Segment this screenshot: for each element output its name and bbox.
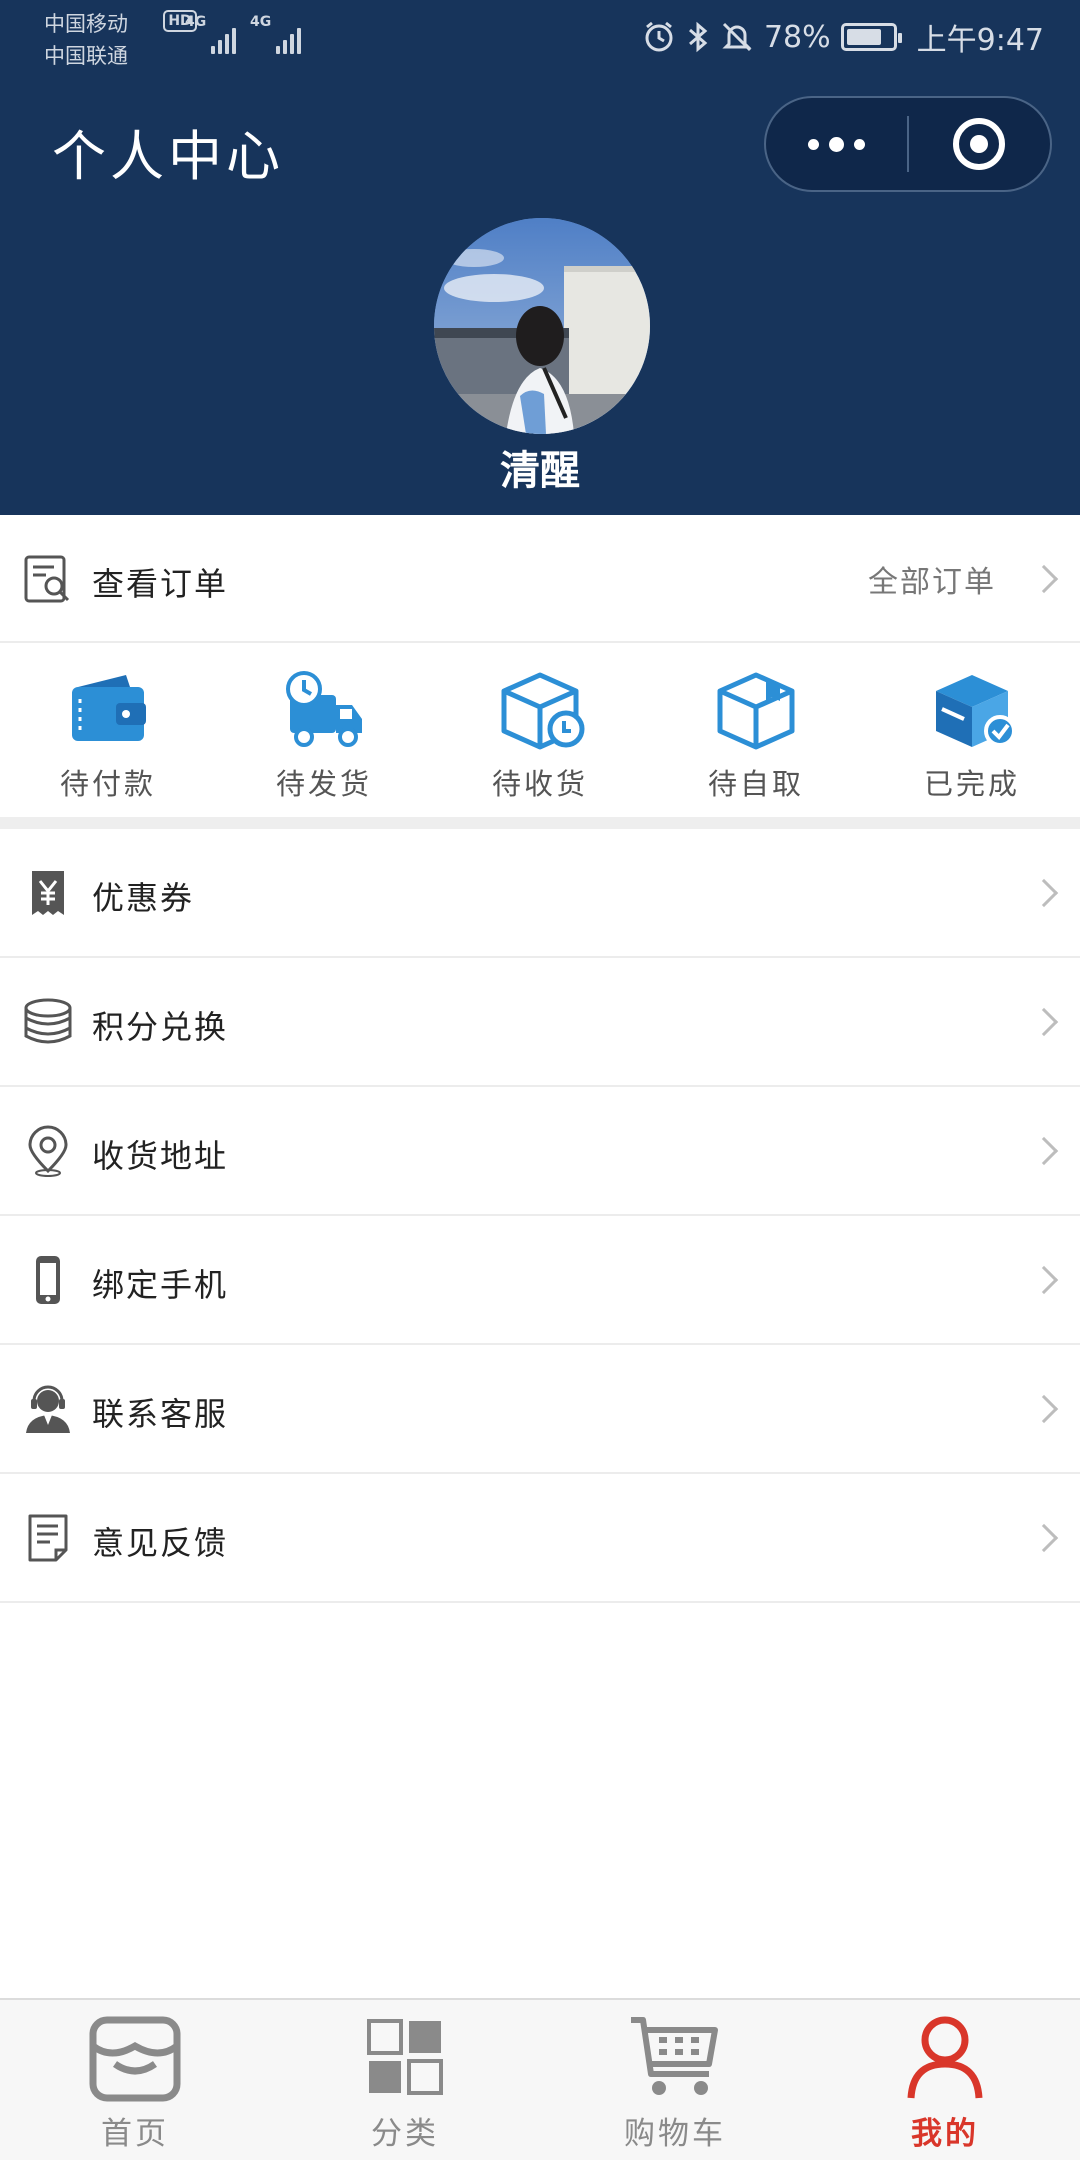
- battery-icon: [840, 23, 902, 51]
- username: 清醒: [500, 448, 580, 494]
- feedback-document-icon: [22, 1512, 74, 1564]
- menu-item-label: 收货地址: [92, 1137, 229, 1175]
- order-status-label: 待收货: [491, 767, 588, 801]
- cart-icon: [627, 2012, 723, 2102]
- coupon-icon: [22, 867, 74, 919]
- tab-category[interactable]: 分类: [270, 2000, 540, 2160]
- clock-time: 上午9:47: [916, 23, 1044, 58]
- store-icon: [87, 2012, 183, 2102]
- more-button[interactable]: [766, 98, 907, 190]
- tab-me[interactable]: 我的: [810, 2000, 1080, 2160]
- order-status-label: 待发货: [275, 767, 372, 801]
- order-status-pending-pickup[interactable]: 待自取: [648, 645, 864, 817]
- order-status-pending-receipt[interactable]: 待收货: [432, 645, 648, 817]
- chevron-right-icon: [1029, 1523, 1059, 1553]
- alarm-icon: [645, 21, 673, 52]
- coins-stack-icon: [22, 996, 74, 1048]
- open-box-icon: [717, 672, 795, 750]
- category-grid-icon: [357, 2012, 453, 2102]
- avatar-photo: [434, 218, 650, 434]
- profile-header: 中国移动 中国联通 HD 4G 4G 78% 上午9:47 个人中心 清醒: [0, 0, 1080, 515]
- status-bar: 中国移动 中国联通 HD 4G 4G 78% 上午9:47: [0, 0, 1080, 80]
- tab-label: 我的: [911, 2116, 979, 2152]
- menu-item-points-exchange[interactable]: 积分兑换: [0, 958, 1080, 1087]
- carrier-2: 中国联通: [44, 44, 128, 68]
- tab-label: 首页: [101, 2116, 169, 2152]
- signal-icon: 4G: [250, 14, 302, 54]
- profile-menu: 优惠券 积分兑换 收货地址 绑定手机 联系客服 意见反馈: [0, 829, 1080, 1603]
- order-status-pending-shipment[interactable]: 待发货: [216, 645, 432, 817]
- package-clock-icon: [501, 672, 585, 750]
- delivery-truck-icon: [286, 671, 362, 747]
- carrier-names: 中国移动 中国联通: [44, 8, 128, 72]
- box-check-icon: [936, 675, 1016, 747]
- section-divider: [0, 817, 1080, 829]
- network-type: 4G: [250, 14, 272, 30]
- tab-home[interactable]: 首页: [0, 2000, 270, 2160]
- chevron-right-icon: [1029, 564, 1059, 594]
- menu-item-feedback[interactable]: 意见反馈: [0, 1474, 1080, 1603]
- carrier-1: 中国移动: [44, 12, 128, 36]
- mute-bell-icon: [722, 22, 752, 52]
- tab-cart[interactable]: 购物车: [540, 2000, 810, 2160]
- order-status-label: 已完成: [923, 767, 1020, 801]
- close-miniprogram-button[interactable]: [909, 98, 1050, 190]
- all-orders-link[interactable]: 全部订单: [868, 557, 996, 601]
- menu-item-label: 积分兑换: [92, 1008, 229, 1046]
- bottom-tab-bar: 首页 分类 购物车 我的: [0, 1998, 1080, 2160]
- bluetooth-icon: [688, 21, 708, 53]
- menu-item-label: 优惠券: [92, 879, 195, 917]
- menu-item-label: 意见反馈: [92, 1524, 229, 1562]
- menu-item-label: 绑定手机: [92, 1266, 229, 1304]
- location-pin-icon: [22, 1125, 74, 1177]
- chevron-right-icon: [1029, 1007, 1059, 1037]
- avatar[interactable]: [434, 218, 650, 434]
- menu-item-customer-service[interactable]: 联系客服: [0, 1345, 1080, 1474]
- target-circle-icon: [953, 118, 1006, 170]
- menu-item-coupons[interactable]: 优惠券: [0, 829, 1080, 958]
- signal-icon: 4G: [185, 14, 237, 54]
- order-status-grid: 待付款 待发货 待收货 待自取 已完成: [0, 645, 1080, 817]
- chevron-right-icon: [1029, 1136, 1059, 1166]
- customer-service-icon: [22, 1383, 74, 1435]
- menu-item-shipping-address[interactable]: 收货地址: [0, 1087, 1080, 1216]
- more-dots-icon: [808, 136, 865, 152]
- menu-item-label: 联系客服: [92, 1395, 229, 1433]
- view-orders-label: 查看订单: [92, 565, 229, 603]
- order-status-label: 待自取: [707, 767, 804, 801]
- page-title: 个人中心: [52, 125, 284, 188]
- wallet-icon: [72, 675, 146, 741]
- chevron-right-icon: [1029, 878, 1059, 908]
- order-search-icon: [22, 553, 74, 605]
- tab-label: 分类: [371, 2116, 439, 2152]
- status-right: 78% 上午9:47: [642, 14, 1044, 60]
- miniprogram-capsule: [764, 96, 1052, 192]
- person-icon: [897, 2012, 993, 2102]
- view-orders-row[interactable]: 查看订单 全部订单: [0, 515, 1080, 643]
- order-status-pending-payment[interactable]: 待付款: [0, 645, 216, 817]
- battery-percent: 78%: [763, 19, 831, 55]
- network-type: 4G: [185, 14, 207, 30]
- chevron-right-icon: [1029, 1265, 1059, 1295]
- chevron-right-icon: [1029, 1394, 1059, 1424]
- menu-item-bind-phone[interactable]: 绑定手机: [0, 1216, 1080, 1345]
- order-status-completed[interactable]: 已完成: [864, 645, 1080, 817]
- tab-label: 购物车: [624, 2116, 726, 2152]
- order-status-label: 待付款: [59, 767, 156, 801]
- phone-icon: [22, 1254, 74, 1306]
